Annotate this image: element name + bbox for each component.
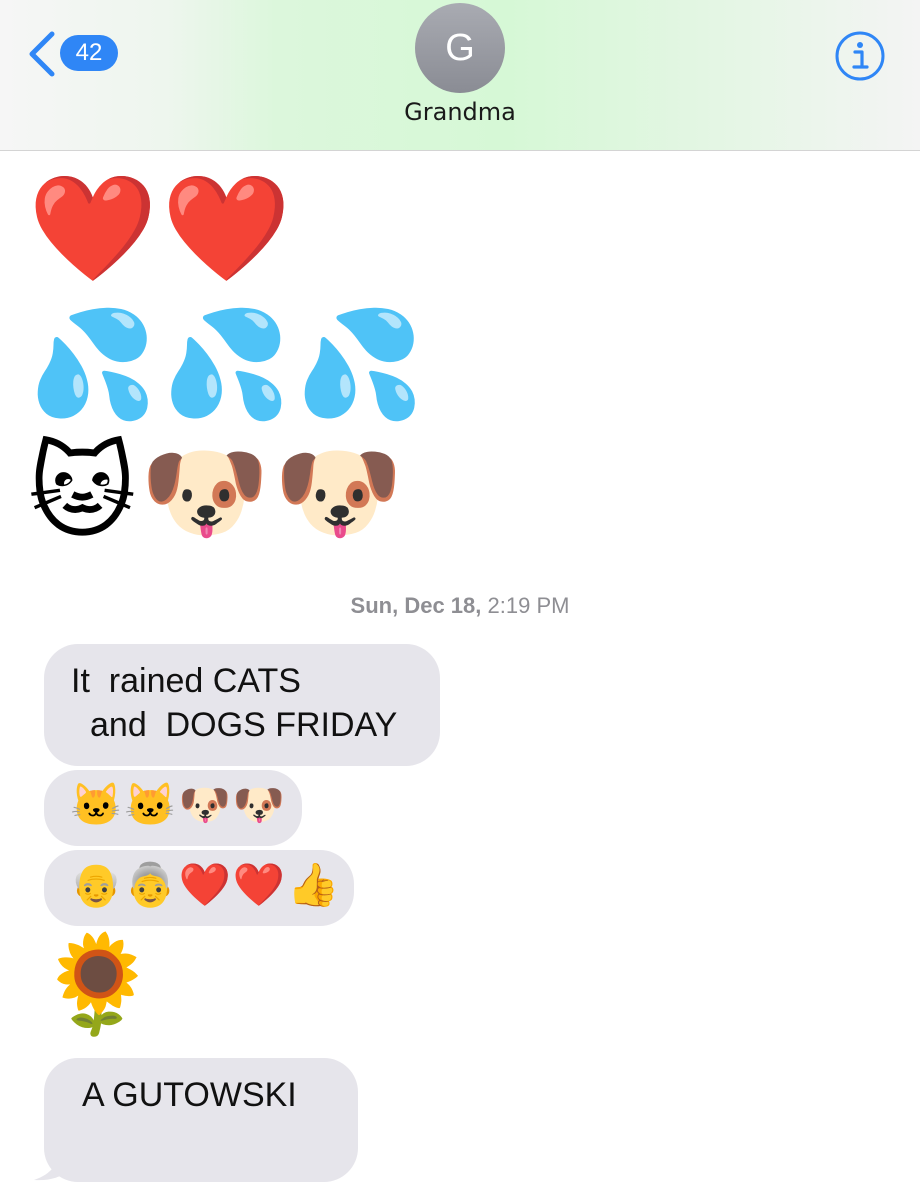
message-bubble-signature[interactable]: A GUTOWSKI — [44, 1058, 358, 1182]
message-bubble-rained-cats-dogs[interactable]: It rained CATS and DOGS FRIDAY — [44, 644, 440, 766]
timestamp-date: Sun, Dec 18, — [350, 593, 482, 618]
message-sweat-droplets[interactable]: 💦💦💦 — [28, 312, 428, 416]
emoji-text: 🐱🐱🐶🐶 — [70, 781, 288, 828]
chevron-left-icon — [29, 31, 55, 77]
message-sunflower[interactable]: 🌻 — [38, 936, 158, 1032]
contact-name[interactable]: Grandma — [360, 98, 560, 126]
info-button[interactable] — [834, 30, 886, 82]
conversation-header: 42 G Grandma — [0, 0, 920, 151]
message-cat-dogs[interactable]: 🐱🐶🐶 — [28, 440, 407, 544]
emoji-text: 👴👵❤️❤️👍 — [70, 861, 342, 908]
unread-count-badge: 42 — [60, 35, 118, 71]
message-bubble-cats-dogs-emoji[interactable]: 🐱🐱🐶🐶 — [44, 770, 302, 846]
message-text-line: and DOGS FRIDAY — [90, 706, 398, 744]
message-text-line: A GUTOWSKI — [82, 1076, 297, 1114]
back-button[interactable]: 42 — [22, 26, 132, 82]
message-text-line: It rained CATS — [71, 662, 301, 700]
message-hearts[interactable]: ❤️❤️ — [28, 176, 295, 280]
message-timestamp: Sun, Dec 18, 2:19 PM — [0, 593, 920, 619]
info-icon — [835, 31, 885, 81]
message-bubble-grandparents-emoji[interactable]: 👴👵❤️❤️👍 — [44, 850, 354, 926]
contact-avatar[interactable]: G — [415, 3, 505, 93]
timestamp-time: 2:19 PM — [487, 593, 570, 618]
